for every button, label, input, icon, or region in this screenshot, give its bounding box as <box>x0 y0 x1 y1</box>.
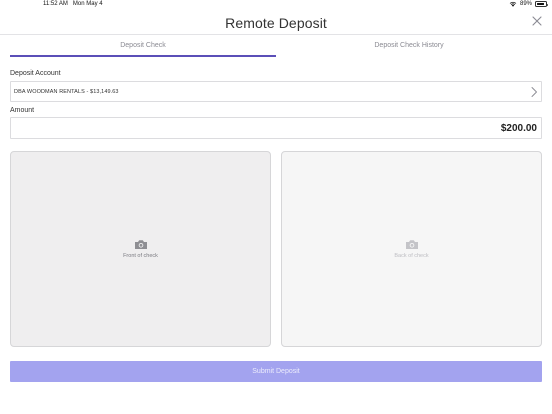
amount-value: $200.00 <box>500 123 537 134</box>
front-of-check-label: Front of check <box>123 253 158 259</box>
deposit-account-value: DBA WOODMAN RENTALS - $13,149.63 <box>14 89 119 95</box>
tab-deposit-check[interactable]: Deposit Check <box>10 36 276 56</box>
camera-icon <box>405 239 419 250</box>
close-icon <box>531 15 543 27</box>
amount-label: Amount <box>10 107 35 114</box>
camera-icon <box>134 239 148 250</box>
status-time-date: 11:52 AM Mon May 4 <box>43 1 103 7</box>
page-title: Remote Deposit <box>225 15 327 31</box>
status-time: 11:52 AM <box>43 1 68 7</box>
chevron-right-icon <box>530 86 538 98</box>
back-of-check-label: Back of check <box>394 253 429 259</box>
battery-icon <box>535 1 549 7</box>
amount-field[interactable]: $200.00 <box>10 117 542 139</box>
back-of-check-capture[interactable]: Back of check <box>281 151 542 347</box>
submit-deposit-button[interactable]: Submit Deposit <box>10 361 542 382</box>
header: Remote Deposit <box>0 11 552 35</box>
close-button[interactable] <box>531 15 543 27</box>
status-indicators: 89% <box>509 1 549 7</box>
status-date: Mon May 4 <box>72 1 103 7</box>
status-bar: 11:52 AM Mon May 4 89% <box>0 0 552 11</box>
tab-bar: Deposit Check Deposit Check History <box>10 36 542 58</box>
wifi-icon <box>509 1 517 7</box>
tab-deposit-check-history[interactable]: Deposit Check History <box>276 36 542 56</box>
front-of-check-capture[interactable]: Front of check <box>10 151 271 347</box>
battery-percent: 89% <box>519 1 532 7</box>
active-tab-indicator <box>10 55 276 57</box>
deposit-account-select[interactable]: DBA WOODMAN RENTALS - $13,149.63 <box>10 81 542 102</box>
deposit-account-label: Deposit Account <box>10 70 61 77</box>
